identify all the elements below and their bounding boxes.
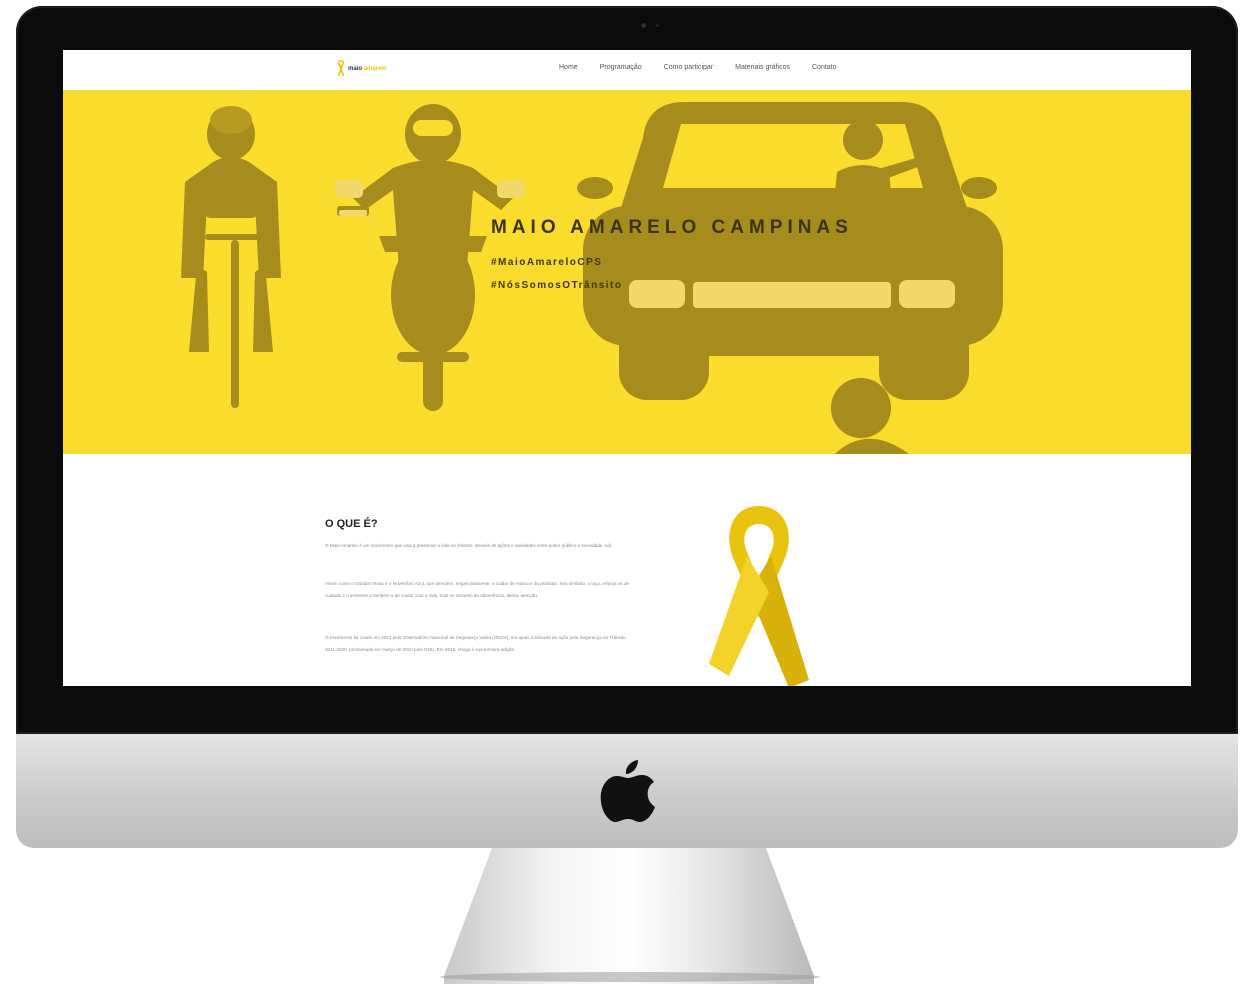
site-header: maio amarelo Home Programação Como parti… — [63, 50, 1191, 90]
about-paragraph: O Maio Amarelo é um movimento que visa a… — [325, 543, 613, 548]
hero-banner: MAIO AMARELO CAMPINAS #MaioAmareloCPS #N… — [63, 90, 1191, 454]
about-paragraph: Assim como o Outubro Rosa e o Novembro A… — [325, 581, 630, 598]
nav-programacao[interactable]: Programação — [600, 64, 642, 71]
monitor-stand — [444, 848, 814, 984]
car-silhouette — [577, 102, 1003, 400]
hero-illustration — [181, 102, 1003, 454]
about-paragraph: O movimento foi criado em 2014 pelo Obse… — [325, 635, 626, 652]
hashtag-maio-amarelo-cps: #MaioAmareloCPS — [491, 257, 603, 268]
nav-contato[interactable]: Contato — [812, 64, 837, 71]
camera-icon — [641, 23, 646, 28]
apple-logo-icon — [600, 760, 655, 822]
about-heading: O QUE É? — [325, 518, 378, 530]
logo-text: maio amarelo — [348, 66, 387, 72]
nav-home[interactable]: Home — [559, 64, 578, 71]
main-nav: Home Programação Como participar Materia… — [559, 64, 837, 71]
sensor-icon — [656, 24, 659, 27]
monitor-chin — [16, 734, 1238, 848]
stand-base-shadow — [440, 972, 820, 982]
hashtag-nos-somos-o-transito: #NósSomosOTrânsito — [491, 280, 623, 291]
site-logo[interactable]: maio amarelo — [337, 60, 387, 78]
nav-como-participar[interactable]: Como participar — [664, 64, 713, 71]
ribbon-logo-icon — [337, 60, 345, 77]
nav-materiais-graficos[interactable]: Materiais gráficos — [735, 64, 790, 71]
hero-title: MAIO AMARELO CAMPINAS — [491, 216, 853, 238]
about-section: O QUE É? O Maio Amarelo é um movimento q… — [63, 454, 1191, 686]
cyclist-silhouette — [181, 106, 281, 408]
browser-screen: maio amarelo Home Programação Como parti… — [63, 50, 1191, 686]
yellow-ribbon-icon — [709, 506, 809, 686]
